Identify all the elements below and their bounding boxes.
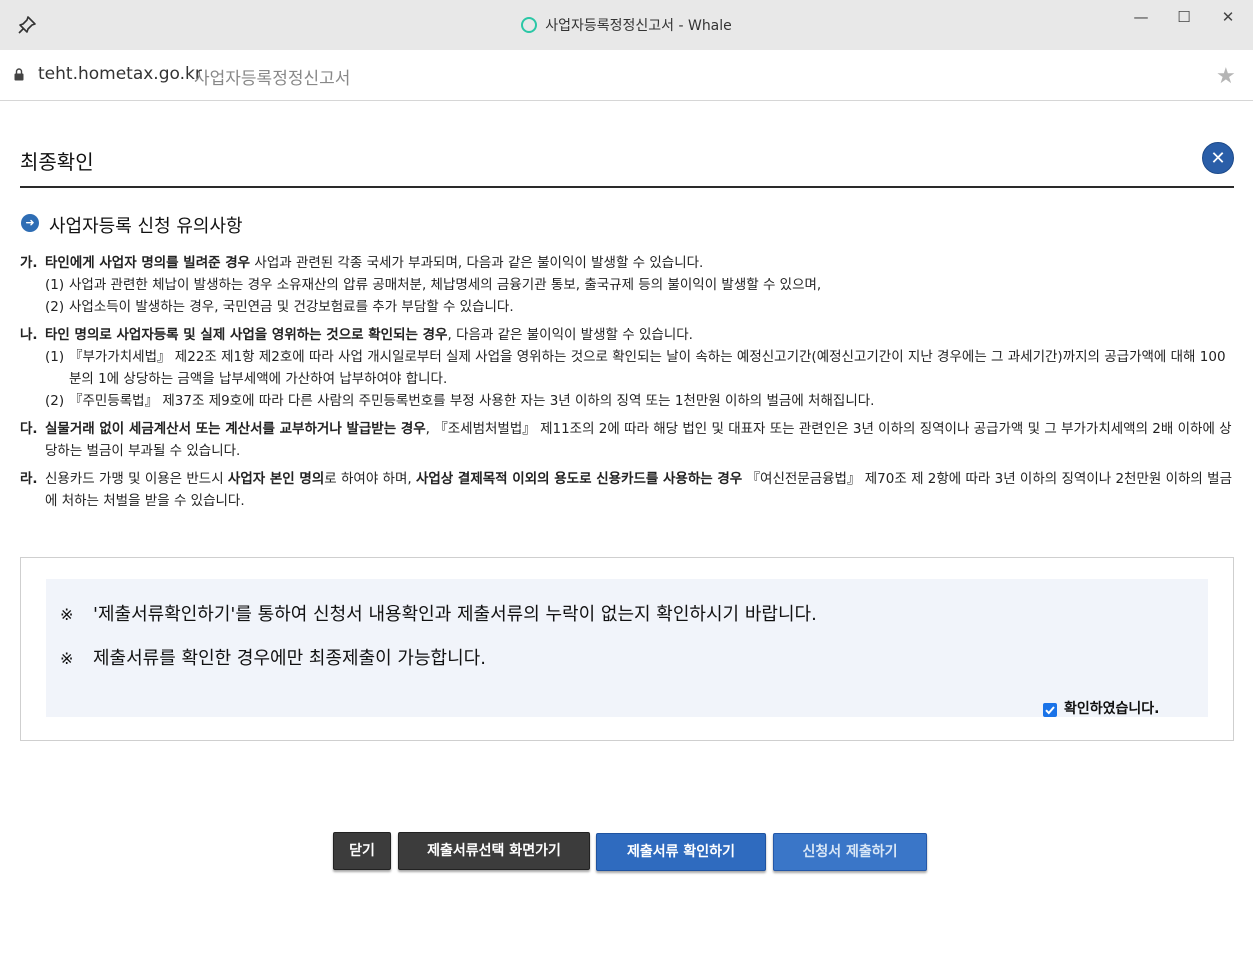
url-host[interactable]: teht.hometax.go.kr: [38, 64, 202, 84]
notice-sub-item: (1) 『부가가치세법』 제22조 제1항 제2호에 따라 사업 개시일로부터 실…: [45, 346, 1234, 390]
sub-text: 사업소득이 발생하는 경우, 국민연금 및 건강보험료를 추가 부담할 수 있습…: [69, 299, 514, 315]
sub-marker: (2): [45, 393, 65, 409]
confirm-text: 제출서류를 확인한 경우에만 최종제출이 가능합니다.: [93, 648, 486, 669]
confirm-line-2: ※ 제출서류를 확인한 경우에만 최종제출이 가능합니다.: [60, 644, 486, 670]
bookmark-star-icon[interactable]: ★: [1216, 64, 1236, 89]
notice-list: 가. 타인에게 사업자 명의를 빌려준 경우 사업과 관련된 각종 국세가 부과…: [20, 252, 1234, 518]
reference-mark: ※: [60, 605, 74, 624]
sub-marker: (1): [45, 349, 65, 365]
confirm-line-1: ※ '제출서류확인하기'를 통하여 신청서 내용확인과 제출서류의 누락이 없는지…: [60, 600, 817, 626]
notice-text: 사업과 관련된 각종 국세가 부과되며, 다음과 같은 불이익이 발생할 수 있…: [250, 255, 704, 271]
title-divider: [20, 186, 1234, 188]
reference-mark: ※: [60, 649, 74, 668]
window-close-button[interactable]: ✕: [1213, 8, 1243, 28]
goto-select-docs-button[interactable]: 제출서류선택 화면가기: [398, 832, 590, 870]
notice-emphasis: 타인 명의로 사업자등록 및 실제 사업을 영위하는 것으로 확인되는 경우: [45, 327, 448, 343]
notice-sub-item: (1) 사업과 관련한 체납이 발생하는 경우 소유재산의 압류 공매처분, 체납…: [45, 274, 1234, 296]
notice-item-ra: 라. 신용카드 가맹 및 이용은 반드시 사업자 본인 명의로 하여야 하며, …: [20, 468, 1234, 512]
confirm-panel: ※ '제출서류확인하기'를 통하여 신청서 내용확인과 제출서류의 누락이 없는지…: [46, 579, 1208, 717]
confirm-checkbox-label[interactable]: 확인하였습니다.: [1064, 698, 1159, 718]
sub-text: 『부가가치세법』 제22조 제1항 제2호에 따라 사업 개시일로부터 실제 사…: [69, 349, 1226, 387]
page-title: 최종확인: [20, 150, 94, 174]
window-title: 사업자등록정정신고서 - Whale: [0, 15, 1253, 35]
confirm-checkbox[interactable]: [1043, 703, 1057, 717]
notice-emphasis: 사업자 본인 명의: [227, 471, 325, 487]
check-docs-button[interactable]: 제출서류 확인하기: [596, 833, 766, 871]
notice-marker: 라.: [20, 471, 38, 487]
dialog-close-button[interactable]: ✕: [1202, 142, 1234, 174]
maximize-button[interactable]: ☐: [1169, 8, 1199, 28]
confirm-box: ※ '제출서류확인하기'를 통하여 신청서 내용확인과 제출서류의 누락이 없는지…: [20, 557, 1234, 741]
notice-text: 신용카드 가맹 및 이용은 반드시: [45, 471, 228, 487]
notice-emphasis: 타인에게 사업자 명의를 빌려준 경우: [45, 255, 251, 271]
address-bar: teht.hometax.go.kr 사업자등록정정신고서 ★: [0, 50, 1253, 101]
sub-text: 사업과 관련한 체납이 발생하는 경우 소유재산의 압류 공매처분, 체납명세의…: [69, 277, 822, 293]
confirm-text: '제출서류확인하기'를 통하여 신청서 내용확인과 제출서류의 누락이 없는지 …: [93, 604, 817, 625]
notice-item-ga: 가. 타인에게 사업자 명의를 빌려준 경우 사업과 관련된 각종 국세가 부과…: [20, 252, 1234, 318]
sub-text: 『주민등록법』 제37조 제9호에 따라 다른 사람의 주민등록번호를 부정 사…: [69, 393, 875, 409]
window-titlebar: 사업자등록정정신고서 - Whale — ☐ ✕: [0, 0, 1253, 50]
whale-logo-icon: [521, 17, 538, 33]
notice-text: 로 하여야 하며,: [324, 471, 416, 487]
notice-item-na: 나. 타인 명의로 사업자등록 및 실제 사업을 영위하는 것으로 확인되는 경…: [20, 324, 1234, 412]
submit-application-button[interactable]: 신청서 제출하기: [773, 833, 927, 871]
notice-item-da: 다. 실물거래 없이 세금계산서 또는 계산서를 교부하거나 발급받는 경우, …: [20, 418, 1234, 462]
sub-marker: (1): [45, 277, 65, 293]
checkmark-icon: [1045, 706, 1055, 715]
section-title: 사업자등록 신청 유의사항: [49, 216, 243, 237]
notice-emphasis: 사업상 결제목적 이외의 용도로 신용카드를 사용하는 경우: [415, 471, 743, 487]
notice-sub-item: (2) 『주민등록법』 제37조 제9호에 따라 다른 사람의 주민등록번호를 부…: [45, 390, 1234, 412]
notice-marker: 나.: [20, 327, 38, 343]
close-button[interactable]: 닫기: [333, 832, 391, 870]
notice-text: , 다음과 같은 불이익이 발생할 수 있습니다.: [447, 327, 693, 343]
notice-marker: 다.: [20, 421, 38, 437]
notice-emphasis: 실물거래 없이 세금계산서 또는 계산서를 교부하거나 발급받는 경우: [45, 421, 426, 437]
sub-marker: (2): [45, 299, 65, 315]
notice-marker: 가.: [20, 255, 38, 271]
arrow-right-circle-icon: ➜: [21, 214, 39, 232]
notice-sub-item: (2) 사업소득이 발생하는 경우, 국민연금 및 건강보험료를 추가 부담할 수…: [45, 296, 1234, 318]
url-page-title: 사업자등록정정신고서: [194, 69, 351, 89]
lock-icon: [14, 68, 24, 81]
minimize-button[interactable]: —: [1126, 8, 1156, 28]
